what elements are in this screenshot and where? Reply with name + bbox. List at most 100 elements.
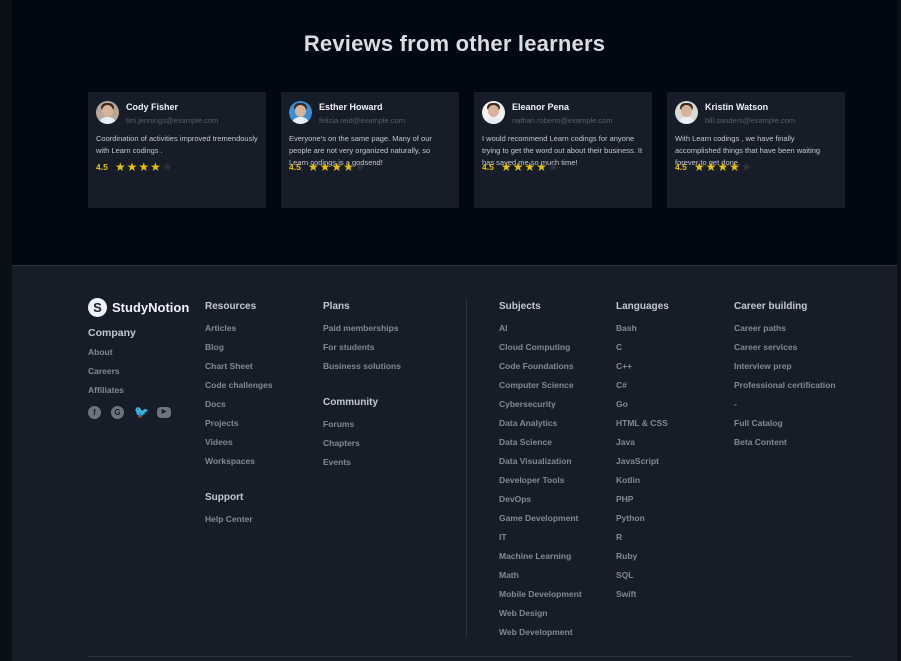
footer-link[interactable]: Data Science [499, 437, 582, 448]
footer-link[interactable]: Computer Science [499, 380, 582, 391]
footer-link-about[interactable]: About [88, 347, 189, 358]
footer-link[interactable]: Forums [323, 419, 401, 430]
rating: 4.5 ★★★★★ [96, 158, 258, 176]
footer-link[interactable]: Workspaces [205, 456, 273, 467]
footer-link[interactable]: Data Visualization [499, 456, 582, 467]
footer-link[interactable]: Blog [205, 342, 273, 353]
footer-link[interactable]: DevOps [499, 494, 582, 505]
footer-link[interactable]: Help Center [205, 514, 273, 525]
footer-link[interactable]: Articles [205, 323, 273, 334]
footer-link[interactable]: Videos [205, 437, 273, 448]
support-heading: Support [205, 492, 244, 503]
community-heading: Community [323, 397, 378, 408]
footer-link[interactable]: Interview prep [734, 361, 836, 372]
footer-link[interactable]: Web Development [499, 627, 582, 638]
footer-link[interactable]: SQL [616, 570, 669, 581]
youtube-icon[interactable]: ▶ [157, 407, 171, 418]
footer-link[interactable]: Full Catalog [734, 418, 836, 429]
footer-link[interactable]: C [616, 342, 669, 353]
star-icon: ★ [161, 160, 173, 174]
footer-link-affiliates[interactable]: Affiliates [88, 385, 189, 396]
footer-link[interactable]: Java [616, 437, 669, 448]
plans-heading: Plans [323, 301, 350, 312]
footer-link[interactable]: Beta Content [734, 437, 836, 448]
star-icon: ★ [307, 160, 319, 174]
footer-link[interactable]: Docs [205, 399, 273, 410]
footer-link[interactable]: AI [499, 323, 582, 334]
footer-link[interactable]: Paid memberships [323, 323, 401, 334]
logo-mark-icon: S [88, 298, 107, 317]
star-icon: ★ [729, 160, 740, 174]
footer-link[interactable]: HTML & CSS [616, 418, 669, 429]
footer-link[interactable]: Events [323, 457, 401, 468]
footer-link[interactable]: Projects [205, 418, 273, 429]
star-rating: ★★★★★ [115, 158, 174, 176]
footer-link[interactable]: Math [499, 570, 582, 581]
review-text: With Learn codings , we have finally acc… [675, 134, 821, 167]
star-icon: ★ [319, 160, 331, 174]
footer-link[interactable]: Kotlin [616, 475, 669, 486]
star-icon: ★ [331, 160, 343, 174]
footer-link[interactable]: Developer Tools [499, 475, 582, 486]
subjects-heading: Subjects [499, 301, 541, 312]
footer-link: - [734, 399, 737, 409]
footer-link[interactable]: Game Development [499, 513, 582, 524]
footer-link[interactable]: Machine Learning [499, 551, 582, 562]
star-icon: ★ [740, 160, 752, 174]
review-text: Coordination of activities improved trem… [96, 134, 258, 155]
footer-link[interactable]: Code Foundations [499, 361, 582, 372]
rating-value: 4.5 [289, 162, 301, 172]
brand-logo[interactable]: S StudyNotion [88, 298, 189, 317]
footer-divider [466, 298, 467, 638]
star-icon: ★ [536, 160, 547, 174]
reviewer-email: nathan.roberts@example.com [512, 116, 613, 125]
footer-link[interactable]: Career paths [734, 323, 836, 334]
footer-link[interactable]: Web Design [499, 608, 582, 619]
footer-link-careers[interactable]: Careers [88, 366, 189, 377]
star-icon: ★ [500, 160, 512, 174]
footer-link[interactable]: C++ [616, 361, 669, 372]
star-icon: ★ [138, 160, 150, 174]
footer-link[interactable]: Data Analytics [499, 418, 582, 429]
reviews-section: Reviews from other learners Cody Fisher … [12, 0, 897, 265]
star-icon: ★ [547, 160, 559, 174]
footer-link[interactable]: PHP [616, 494, 669, 505]
footer-link[interactable]: R [616, 532, 669, 543]
avatar [482, 101, 505, 124]
footer-link[interactable]: Python [616, 513, 669, 524]
review-text: I would recommend Learn codings for anyo… [482, 134, 643, 167]
footer-link[interactable]: Bash [616, 323, 669, 334]
reviewer-email: bill.sanders@example.com [705, 116, 796, 125]
footer-link[interactable]: C# [616, 380, 669, 391]
footer-link[interactable]: JavaScript [616, 456, 669, 467]
footer-link[interactable]: Mobile Development [499, 589, 582, 600]
left-edge [0, 0, 12, 661]
star-icon: ★ [524, 160, 536, 174]
star-icon: ★ [150, 160, 161, 174]
footer-link[interactable]: Career services [734, 342, 836, 353]
footer-link[interactable]: Code challenges [205, 380, 273, 391]
footer-link[interactable]: Swift [616, 589, 669, 600]
star-icon: ★ [512, 160, 524, 174]
footer-link[interactable]: Cloud Computing [499, 342, 582, 353]
footer-link[interactable]: Chart Sheet [205, 361, 273, 372]
reviewer-name: Eleanor Pena [512, 102, 570, 112]
footer-link[interactable]: Chapters [323, 438, 401, 449]
footer-link[interactable]: Go [616, 399, 669, 410]
footer-link[interactable]: IT [499, 532, 582, 543]
twitter-icon[interactable]: 🐦 [134, 406, 149, 419]
google-icon[interactable]: G [111, 406, 124, 419]
footer-link[interactable]: Cybersecurity [499, 399, 582, 410]
footer-link[interactable]: For students [323, 342, 401, 353]
footer-link[interactable]: Professional certification [734, 380, 836, 391]
review-card: Esther Howard felicia.reid@example.com E… [281, 92, 459, 208]
star-icon: ★ [354, 160, 366, 174]
footer-subjects-column: Subjects AI Cloud Computing Code Foundat… [499, 301, 582, 638]
footer: S StudyNotion Company About Careers Affi… [12, 265, 897, 661]
footer-link[interactable]: Ruby [616, 551, 669, 562]
facebook-icon[interactable]: f [88, 406, 101, 419]
footer-link[interactable]: Business solutions [323, 361, 401, 372]
review-card: Kristin Watson bill.sanders@example.com … [667, 92, 845, 208]
star-rating: ★★★★★ [308, 158, 367, 176]
star-icon: ★ [126, 160, 138, 174]
